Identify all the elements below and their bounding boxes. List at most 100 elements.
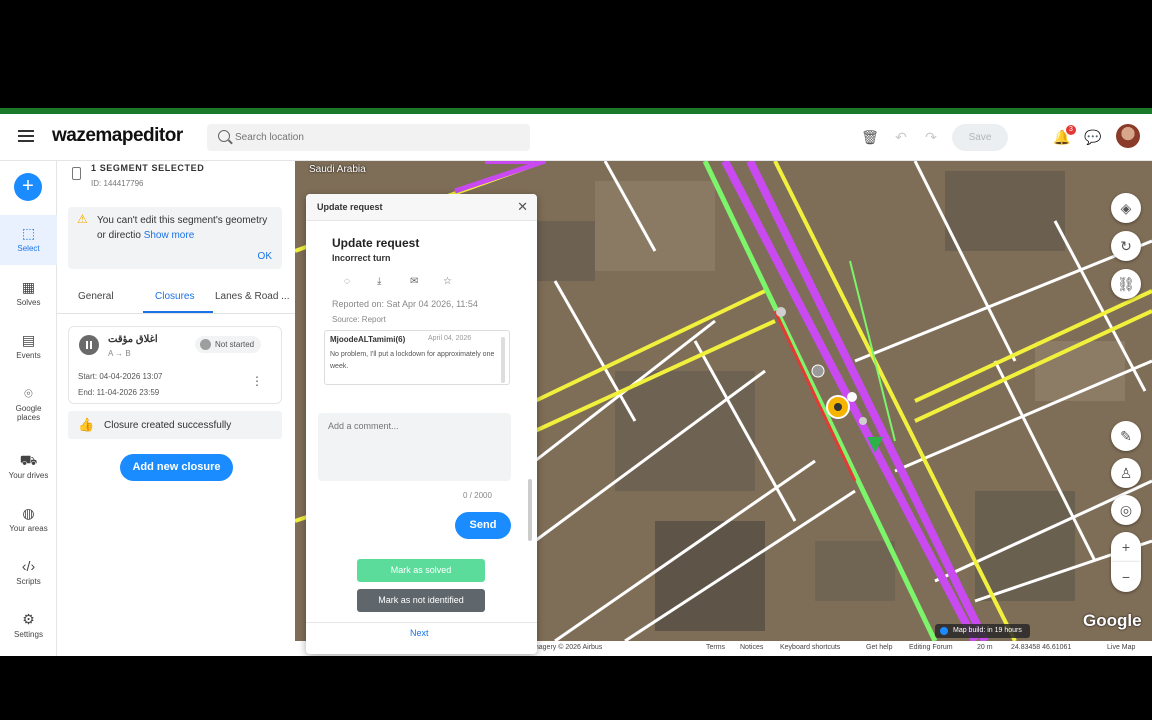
add-button[interactable]: + [14,173,42,201]
tabs-divider [57,313,295,314]
video-frame: wazemapeditor 🗑 ↶ ↷ Save 🔔 3 💬 + ⬚ Selec… [0,0,1152,720]
notification-badge: 3 [1066,125,1076,135]
send-button[interactable]: Send [455,512,511,539]
search-input[interactable] [235,129,515,146]
closure-direction: A → B [108,349,131,358]
close-icon[interactable]: ✕ [517,199,528,215]
tab-general[interactable]: General [78,291,114,302]
trash-icon[interactable]: 🗑 [861,128,879,146]
menu-icon[interactable] [18,130,34,142]
street-view-icon[interactable]: ♙ [1111,458,1141,488]
pause-icon[interactable] [79,335,99,355]
thumbs-up-icon: 👍 [78,417,95,432]
select-icon: ⬚ [21,225,36,241]
imagery-credit: Imagery © 2026 Airbus [531,644,603,651]
undo-icon[interactable]: ↶ [892,128,910,146]
coordinates: 24.83458 46.61061 [1011,644,1072,651]
tab-closures[interactable]: Closures [155,291,194,302]
refresh-icon[interactable]: ↻ [1111,231,1141,261]
forum-link[interactable]: Editing Forum [909,644,953,651]
segment-panel: 1 SEGMENT SELECTED ID: 144417796 ⚠ You c… [57,161,295,656]
redo-icon[interactable]: ↷ [922,128,940,146]
gear-icon: ⚙ [22,611,35,627]
zoom-to-icon[interactable]: ◌ [344,276,377,287]
left-rail: + ⬚ Select ▦ Solves ▤ Events ⌾ Google pl… [0,161,57,656]
zoom-out-icon[interactable]: − [1111,562,1141,592]
comment-input[interactable] [318,413,511,481]
help-link[interactable]: Get help [866,644,892,651]
star-icon[interactable]: ☆ [443,276,476,287]
warning-icon: ⚠ [77,212,88,226]
rail-item-select[interactable]: ⬚ Select [0,215,57,265]
dialog-divider [306,622,537,623]
zoom-in-icon[interactable]: + [1111,532,1141,562]
live-map-link[interactable]: Live Map [1107,644,1135,651]
closure-name: اغلاق مؤقت [108,334,158,345]
rail-item-events[interactable]: ▤ Events [0,332,57,360]
comment-scrollbar[interactable] [501,337,505,383]
reported-on: Reported on: Sat Apr 04 2026, 11:54 [332,299,478,309]
comment-text: No problem, I'll put a lockdown for appr… [330,351,495,370]
closure-card[interactable]: اغلاق مؤقت A → B Not started Start: 04-0… [68,326,282,404]
rail-item-scripts[interactable]: ‹/› Scripts [0,558,57,586]
avatar[interactable] [1116,124,1140,148]
issue-type: Incorrect turn [332,253,391,263]
next-link[interactable]: Next [410,628,429,638]
warning-banner: ⚠ You can't edit this segment's geometry… [68,207,282,269]
dialog-scrollbar[interactable] [528,479,532,541]
map-country-label: Saudi Arabia [309,164,366,175]
panel-tabs: General Closures Lanes & Road ... [57,289,295,313]
toast-text: Closure created successfully [104,420,232,431]
comment-item: MjoodeALTamimi(6) April 04, 2026 No prob… [324,330,510,385]
waze-map-editor: wazemapeditor 🗑 ↶ ↷ Save 🔔 3 💬 + ⬚ Selec… [0,114,1152,656]
dialog-title: Update request [332,236,420,250]
mark-solved-button[interactable]: Mark as solved [357,559,485,582]
char-counter: 0 / 2000 [463,491,492,500]
rail-item-google-places[interactable]: ⌾ Google places [0,385,57,422]
success-toast: 👍 Closure created successfully [68,411,282,439]
dialog-action-icons: ◌ ⤓ ✉ ☆ [344,276,476,287]
scale-label: 20 m [977,644,993,651]
rail-item-your-drives[interactable]: ⛟ Your drives [0,452,57,480]
calendar-icon: ▤ [21,332,36,348]
layers-icon[interactable]: ◈ [1111,193,1141,223]
segment-title: 1 SEGMENT SELECTED [91,163,205,173]
report-source: Source: Report [332,315,386,324]
tab-lanes[interactable]: Lanes & Road ... [215,291,290,302]
locate-icon[interactable]: ◎ [1111,495,1141,525]
rail-item-solves[interactable]: ▦ Solves [0,279,57,307]
add-closure-button[interactable]: Add new closure [120,454,233,481]
rail-item-settings[interactable]: ⚙ Settings [0,611,57,639]
mail-icon[interactable]: ✉ [410,276,443,287]
segment-icon [72,167,81,180]
warning-ok-button[interactable]: OK [258,251,272,262]
shortcuts-link[interactable]: Keyboard shortcuts [780,644,840,651]
notices-link[interactable]: Notices [740,644,763,651]
solves-icon: ▦ [21,279,36,295]
code-icon: ‹/› [21,558,36,574]
status-badge: Not started [195,336,262,353]
update-request-dialog: Update request ✕ Update request Incorrec… [306,194,537,654]
search-box[interactable] [207,124,530,151]
globe-icon: ◍ [22,505,35,521]
download-icon[interactable]: ⤓ [377,276,410,287]
closure-start: Start: 04-04-2026 13:07 [78,372,163,381]
comment-user: MjoodeALTamimi(6) [330,335,406,344]
more-options-icon[interactable]: ⋮ [251,374,263,388]
map-pin-icon: ⌾ [24,385,33,401]
chat-icon[interactable]: 💬 [1084,128,1102,146]
terms-link[interactable]: Terms [706,644,725,651]
show-more-link[interactable]: Show more [144,230,195,241]
ruler-icon[interactable]: ✎ [1111,421,1141,451]
dialog-header-title: Update request [317,202,383,212]
rail-item-your-areas[interactable]: ◍ Your areas [0,505,57,533]
save-button[interactable]: Save [952,124,1008,151]
segment-id: ID: 144417796 [91,179,144,188]
dialog-header: Update request ✕ [306,194,537,221]
search-icon [218,130,230,142]
mark-not-identified-button[interactable]: Mark as not identified [357,589,485,612]
app-logo: wazemapeditor [52,125,183,146]
link-icon[interactable]: ⛓ [1111,269,1141,299]
warning-text: You can't edit this segment's geometry o… [97,215,268,241]
google-logo: Google [1083,611,1142,630]
